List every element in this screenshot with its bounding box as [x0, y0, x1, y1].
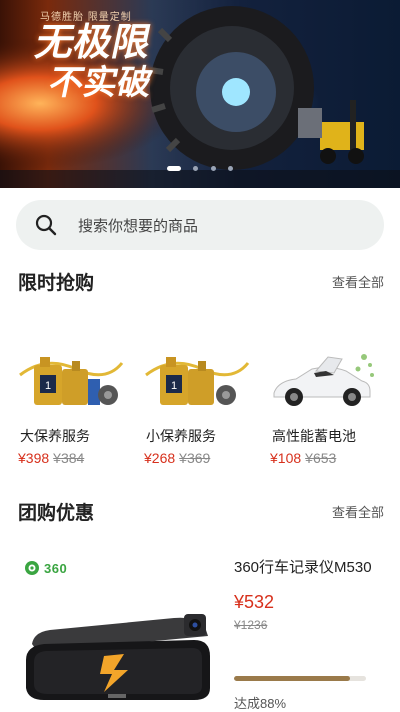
item-price: ¥268: [144, 450, 176, 466]
svg-text:1: 1: [171, 380, 177, 392]
search-icon: [35, 214, 57, 236]
item-original-price: ¥384: [53, 450, 85, 466]
item-name: 大保养服务: [20, 428, 90, 444]
flash-sale-item[interactable]: 1 大保养服务 ¥398 ¥384: [16, 335, 126, 468]
search-bar[interactable]: 搜索你想要的商品: [16, 200, 384, 250]
item-price: ¥108: [270, 450, 302, 466]
flash-sale-item[interactable]: 1 小保养服务 ¥268 ¥369: [142, 335, 252, 468]
banner-headline-line-1: 无极限: [31, 22, 155, 64]
item-price: ¥398: [18, 450, 50, 466]
flash-sale-item[interactable]: 高性能蓄电池 ¥108 ¥653: [268, 335, 378, 468]
banner-headline: 无极限 不实破: [23, 22, 164, 103]
promo-banner[interactable]: 马德胜胎 限量定制 无极限 不实破: [0, 0, 400, 188]
carousel-dot-1[interactable]: [166, 166, 181, 172]
carousel-dot-3[interactable]: [210, 166, 216, 172]
group-buy-progress-label: 达成88%: [234, 696, 287, 711]
item-original-price: ¥653: [305, 450, 337, 466]
group-buy-title: 团购优惠: [18, 503, 95, 524]
item-original-price: ¥369: [179, 450, 211, 466]
white-car-icon: [273, 354, 374, 406]
svg-text:1: 1: [45, 380, 51, 392]
item-prices: ¥398 ¥384: [18, 450, 126, 468]
group-buy-view-all-link[interactable]: 查看全部: [332, 502, 384, 521]
banner-headline-line-2: 不实破: [45, 64, 156, 102]
carousel-dot-2[interactable]: [193, 166, 199, 172]
group-buy-progress-fill: [234, 676, 351, 681]
oil-bottles-icon: 1: [19, 357, 124, 405]
product-price: ¥532: [234, 592, 275, 612]
item-name: 小保养服务: [146, 428, 216, 444]
flash-sale-view-all-link[interactable]: 查看全部: [332, 272, 384, 291]
item-name: 高性能蓄电池: [272, 428, 356, 444]
product-original-price: ¥1236: [234, 618, 268, 632]
group-buy-progress-bar: [234, 676, 366, 681]
banner-subtitle: 马德胜胎 限量定制: [40, 12, 132, 23]
brand-360-icon: [25, 561, 39, 575]
group-buy-header: 团购优惠 查看全部: [18, 498, 384, 525]
dashcam-mirror-image[interactable]: [24, 596, 220, 702]
search-placeholder: 搜索你想要的商品: [78, 217, 199, 235]
carousel-dot-4[interactable]: [228, 166, 234, 172]
brand-logo: 360: [24, 560, 67, 576]
carousel-indicator: [0, 160, 400, 178]
banner-text: 马德胜胎 限量定制 无极限 不实破: [32, 8, 156, 103]
product-name[interactable]: 360行车记录仪M530: [234, 556, 372, 577]
flash-sale-title: 限时抢购: [18, 273, 95, 294]
oil-bottles-icon: 1: [145, 357, 250, 405]
brand-logo-text: 360: [44, 560, 68, 576]
item-prices: ¥268 ¥369: [144, 450, 252, 468]
flash-sale-header: 限时抢购 查看全部: [18, 268, 384, 295]
item-prices: ¥108 ¥653: [270, 450, 378, 468]
